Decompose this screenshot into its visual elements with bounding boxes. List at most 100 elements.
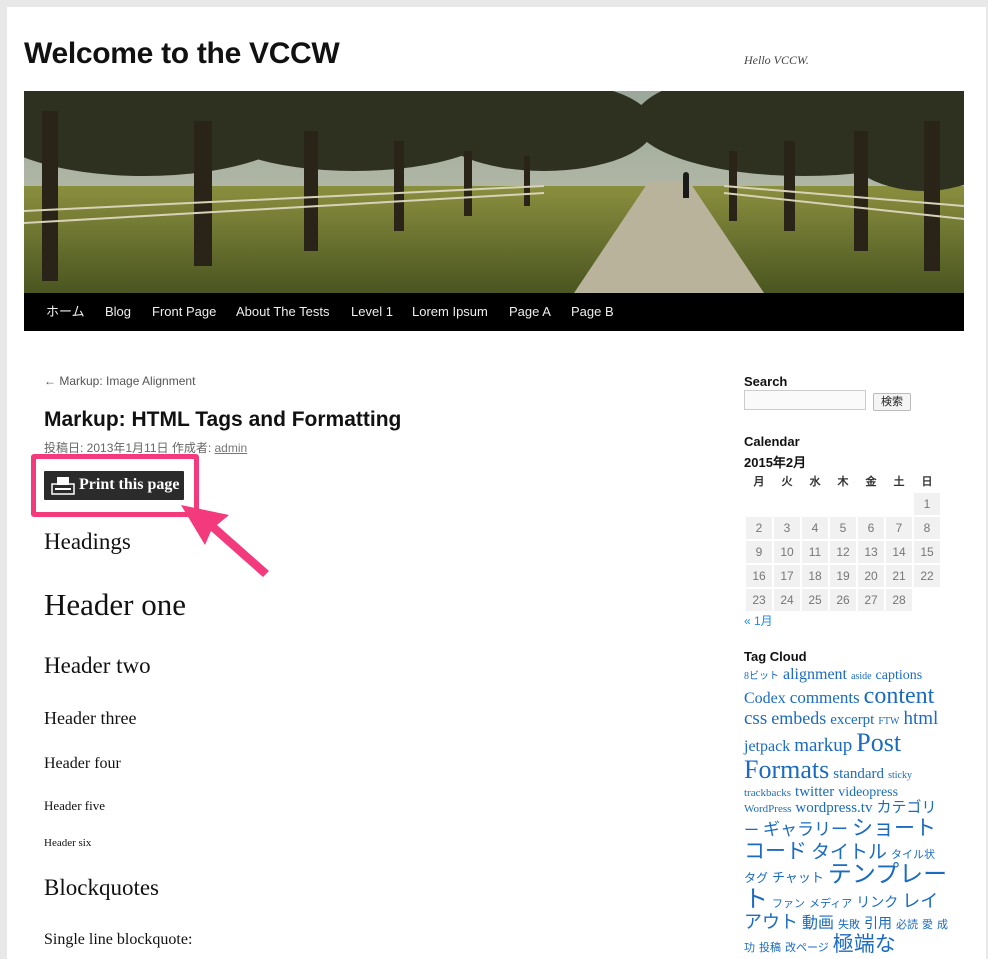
calendar-day: 2: [746, 517, 772, 539]
main-nav: ホーム Blog Front Page About The Tests Leve…: [24, 293, 964, 331]
single-line-blockquote-label: Single line blockquote:: [44, 931, 193, 948]
tag-link[interactable]: ギャラリー: [763, 820, 848, 839]
tag-link[interactable]: WordPress: [744, 803, 791, 816]
tag-link[interactable]: excerpt: [830, 712, 874, 728]
tag-link[interactable]: Codex: [744, 690, 786, 707]
calendar-prev-month-link[interactable]: « 1月: [744, 612, 773, 629]
tag-link[interactable]: タグ: [744, 871, 768, 885]
header-one: Header one: [44, 587, 186, 622]
calendar-day: 9: [746, 541, 772, 563]
page: Welcome to the VCCW Hello VCCW. ホーム Blog…: [7, 7, 986, 959]
calendar-day: 27: [858, 589, 884, 611]
calendar-day: 17: [774, 565, 800, 587]
nav-item-about-the-tests[interactable]: About The Tests: [236, 293, 329, 331]
highlight-annotation-box: [31, 454, 199, 517]
tag-link[interactable]: FTW: [878, 716, 899, 727]
calendar-day: [886, 493, 912, 515]
calendar-day: 18: [802, 565, 828, 587]
calendar-day: 25: [802, 589, 828, 611]
post-title: Markup: HTML Tags and Formatting: [44, 408, 402, 431]
tag-link[interactable]: 投稿: [759, 942, 781, 954]
calendar-table: 月 火 水 木 金 土 日 1 2 3 4 5 6 7 8 9 10 11 12 13 14 15 16 17 1…: [744, 469, 942, 613]
blockquotes-title: Blockquotes: [44, 875, 159, 900]
calendar-week-row: 1: [746, 493, 940, 515]
tag-link[interactable]: markup: [794, 735, 852, 756]
tag-link[interactable]: チャット: [772, 870, 824, 885]
calendar-day: 3: [774, 517, 800, 539]
tag-link[interactable]: 動画: [802, 915, 834, 932]
annotation-arrow-icon: [181, 505, 269, 577]
calendar-week-row: 2345678: [746, 517, 940, 539]
tag-link[interactable]: 改ページ: [785, 942, 829, 954]
calendar-day: 19: [830, 565, 856, 587]
calendar-weekday: 日: [921, 476, 933, 488]
calendar-day: 16: [746, 565, 772, 587]
calendar-week-row: 9 10 11 12 13 14 15: [746, 541, 940, 563]
header-image: [24, 91, 964, 293]
tag-link[interactable]: 愛: [922, 919, 933, 931]
site-description: Hello VCCW.: [744, 53, 809, 67]
search-button[interactable]: 検索: [873, 393, 911, 411]
calendar-day: [830, 493, 856, 515]
tag-link[interactable]: aside: [851, 671, 872, 682]
tag-link[interactable]: 引用: [864, 917, 892, 932]
header-two: Header two: [44, 653, 151, 678]
tag-link[interactable]: html: [903, 708, 938, 729]
tag-link[interactable]: captions: [876, 668, 923, 683]
tag-link[interactable]: standard: [833, 766, 884, 782]
header-four: Header four: [44, 755, 121, 772]
nav-item-home[interactable]: ホーム: [46, 293, 85, 331]
calendar-day: 8: [914, 517, 940, 539]
previous-post-link[interactable]: ← Markup: Image Alignment: [44, 374, 195, 388]
calendar-day: 4: [802, 517, 828, 539]
nav-item-lorem-ipsum[interactable]: Lorem Ipsum: [412, 293, 488, 331]
tag-link[interactable]: 極端な: [833, 932, 896, 956]
site-title[interactable]: Welcome to the VCCW: [24, 37, 340, 71]
nav-item-page-b[interactable]: Page B: [571, 293, 614, 331]
header-image-illustration: [24, 91, 964, 293]
calendar-day: 13: [858, 541, 884, 563]
tag-link[interactable]: 失敗: [838, 919, 860, 931]
tag-link[interactable]: videopress: [838, 785, 898, 800]
tag-link[interactable]: ファン: [772, 898, 805, 910]
nav-item-front-page[interactable]: Front Page: [152, 293, 216, 331]
post-author-link[interactable]: admin: [215, 441, 248, 455]
tag-link[interactable]: sticky: [888, 770, 912, 781]
calendar-day: 20: [858, 565, 884, 587]
nav-item-blog[interactable]: Blog: [105, 293, 131, 331]
tag-link[interactable]: embeds: [771, 708, 826, 728]
nav-item-level-1[interactable]: Level 1: [351, 293, 393, 331]
calendar-weekday: 土: [893, 476, 905, 488]
tag-link[interactable]: comments: [790, 688, 860, 707]
calendar-day: 6: [858, 517, 884, 539]
tag-link[interactable]: twitter: [795, 784, 834, 800]
calendar-week-row: 16 17 18 19 20 21 22: [746, 565, 940, 587]
tag-link[interactable]: content: [864, 683, 935, 709]
calendar-day: 12: [830, 541, 856, 563]
tag-link[interactable]: alignment: [783, 666, 847, 683]
tag-link[interactable]: trackbacks: [744, 787, 791, 799]
tag-link[interactable]: 必読: [896, 919, 918, 931]
tag-link[interactable]: wordpress.tv: [795, 800, 872, 816]
tag-cloud: 8ビット alignment aside captions Codex comm…: [744, 666, 949, 956]
calendar-day: [858, 493, 884, 515]
calendar-day: 11: [802, 541, 828, 563]
calendar-day: 23: [746, 589, 772, 611]
tag-link[interactable]: jetpack: [744, 738, 790, 755]
tag-link[interactable]: メディア: [809, 898, 852, 910]
search-widget-title: Search: [744, 374, 788, 389]
calendar-day: 15: [914, 541, 940, 563]
calendar-day: 14: [886, 541, 912, 563]
post-meta-date: 投稿日: 2013年1月11日 作成者:: [44, 441, 215, 455]
tag-link[interactable]: css: [744, 708, 767, 729]
tag-link[interactable]: 8ビット: [744, 671, 779, 682]
tag-link[interactable]: タイトル: [811, 842, 887, 863]
header-six: Header six: [44, 837, 92, 849]
nav-item-page-a[interactable]: Page A: [509, 293, 551, 331]
calendar-day: 28: [886, 589, 912, 611]
calendar-day: 22: [914, 565, 940, 587]
search-input[interactable]: [744, 390, 866, 410]
calendar-day: [802, 493, 828, 515]
tag-link[interactable]: タイル状: [891, 849, 935, 861]
tag-link[interactable]: リンク: [856, 896, 898, 911]
